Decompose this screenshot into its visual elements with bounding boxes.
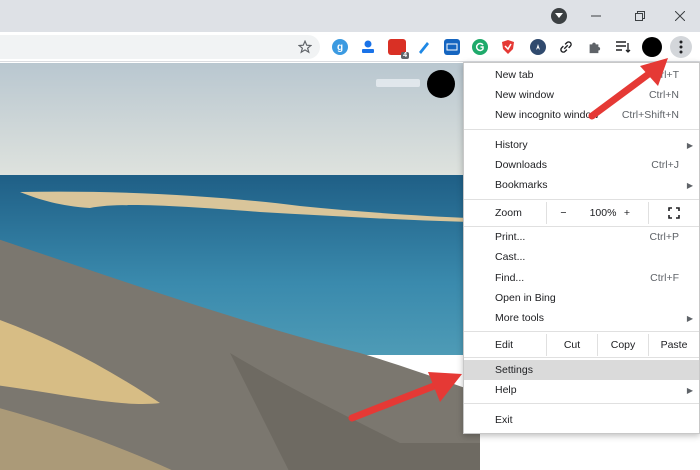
annotation-arrow-settings bbox=[348, 372, 462, 422]
extension-compass-icon[interactable] bbox=[530, 39, 546, 55]
extension-shield-icon[interactable] bbox=[500, 39, 516, 55]
extension-g-icon[interactable]: g bbox=[332, 39, 348, 55]
menu-item-label: New window bbox=[495, 89, 554, 101]
menu-item-downloads[interactable]: Downloads Ctrl+J bbox=[464, 155, 699, 175]
cut-button[interactable]: Cut bbox=[546, 334, 597, 356]
shortcut-label: Ctrl+P bbox=[649, 231, 679, 243]
zoom-out-button[interactable]: − bbox=[546, 202, 580, 224]
zoom-out-label: − bbox=[560, 207, 567, 219]
zoom-in-label: + bbox=[623, 207, 631, 219]
restore-icon bbox=[635, 11, 645, 21]
zoom-label: Zoom bbox=[495, 207, 522, 219]
menu-divider bbox=[464, 199, 699, 200]
menu-item-label: Help bbox=[495, 384, 517, 396]
extension-grammarly-icon[interactable] bbox=[472, 39, 488, 55]
bookmark-star-button[interactable] bbox=[295, 37, 315, 57]
minimize-icon bbox=[591, 15, 601, 17]
menu-item-help[interactable]: Help ▶ bbox=[464, 380, 699, 400]
submenu-arrow-icon: ▶ bbox=[686, 180, 693, 190]
extension-css-icon[interactable] bbox=[444, 39, 460, 55]
menu-item-history[interactable]: History ▶ bbox=[464, 135, 699, 155]
fullscreen-icon bbox=[668, 207, 680, 219]
menu-item-label: Bookmarks bbox=[495, 179, 548, 191]
address-bar[interactable] bbox=[0, 35, 320, 59]
edit-row: Edit Cut Copy Paste bbox=[464, 334, 699, 356]
extension-g-label: g bbox=[336, 41, 344, 53]
menu-item-label: More tools bbox=[495, 312, 545, 324]
zoom-row: Zoom − 100% + bbox=[464, 202, 699, 224]
profile-switcher-icon[interactable] bbox=[551, 8, 567, 24]
menu-item-open-in-bing[interactable]: Open in Bing bbox=[464, 288, 699, 308]
menu-item-more-tools[interactable]: More tools ▶ bbox=[464, 308, 699, 328]
shortcut-label: Ctrl+F bbox=[650, 272, 679, 284]
menu-item-label: Exit bbox=[495, 414, 513, 426]
menu-item-label: Print... bbox=[495, 231, 526, 243]
menu-item-label: Downloads bbox=[495, 159, 547, 171]
menu-item-label: New tab bbox=[495, 69, 534, 81]
extension-calendar-icon[interactable]: 4 bbox=[388, 39, 409, 59]
title-bar bbox=[0, 0, 700, 32]
copy-button[interactable]: Copy bbox=[597, 334, 648, 356]
submenu-arrow-icon: ▶ bbox=[686, 385, 693, 395]
menu-item-label: History bbox=[495, 139, 528, 151]
close-icon bbox=[675, 11, 685, 21]
submenu-arrow-icon: ▶ bbox=[686, 313, 693, 323]
restore-button[interactable] bbox=[618, 0, 662, 32]
menu-item-label: Cast... bbox=[495, 251, 526, 263]
minimize-button[interactable] bbox=[574, 0, 618, 32]
menu-item-print[interactable]: Print... Ctrl+P bbox=[464, 227, 699, 247]
extension-person-icon[interactable] bbox=[360, 39, 376, 55]
extension-pen-icon[interactable] bbox=[416, 39, 432, 55]
menu-item-bookmarks[interactable]: Bookmarks ▶ bbox=[464, 175, 699, 195]
paste-button[interactable]: Paste bbox=[648, 334, 699, 356]
paste-label: Paste bbox=[660, 339, 688, 351]
menu-divider bbox=[464, 357, 699, 358]
annotation-arrow-menu bbox=[588, 58, 668, 120]
menu-item-settings[interactable]: Settings bbox=[464, 360, 699, 380]
copy-label: Copy bbox=[610, 339, 636, 351]
submenu-arrow-icon: ▶ bbox=[686, 140, 693, 150]
zoom-in-button[interactable]: + bbox=[612, 202, 642, 224]
page-avatar[interactable] bbox=[427, 70, 455, 98]
menu-item-label: Settings bbox=[495, 364, 533, 376]
menu-item-find[interactable]: Find... Ctrl+F bbox=[464, 268, 699, 288]
menu-divider bbox=[464, 331, 699, 332]
shortcut-label: Ctrl+J bbox=[651, 159, 679, 171]
close-window-button[interactable] bbox=[658, 0, 700, 32]
menu-item-cast[interactable]: Cast... bbox=[464, 247, 699, 267]
extension-badge: 4 bbox=[401, 52, 409, 59]
menu-divider bbox=[464, 403, 699, 404]
menu-item-label: Open in Bing bbox=[495, 292, 556, 304]
extension-link-icon[interactable] bbox=[556, 37, 576, 57]
menu-divider bbox=[464, 129, 699, 130]
menu-item-exit[interactable]: Exit bbox=[464, 410, 699, 430]
page-header-text bbox=[376, 79, 420, 87]
fullscreen-button[interactable] bbox=[648, 202, 699, 224]
menu-item-label: Find... bbox=[495, 272, 525, 284]
edit-label: Edit bbox=[495, 339, 514, 351]
star-icon bbox=[298, 40, 312, 54]
cut-label: Cut bbox=[563, 339, 581, 351]
